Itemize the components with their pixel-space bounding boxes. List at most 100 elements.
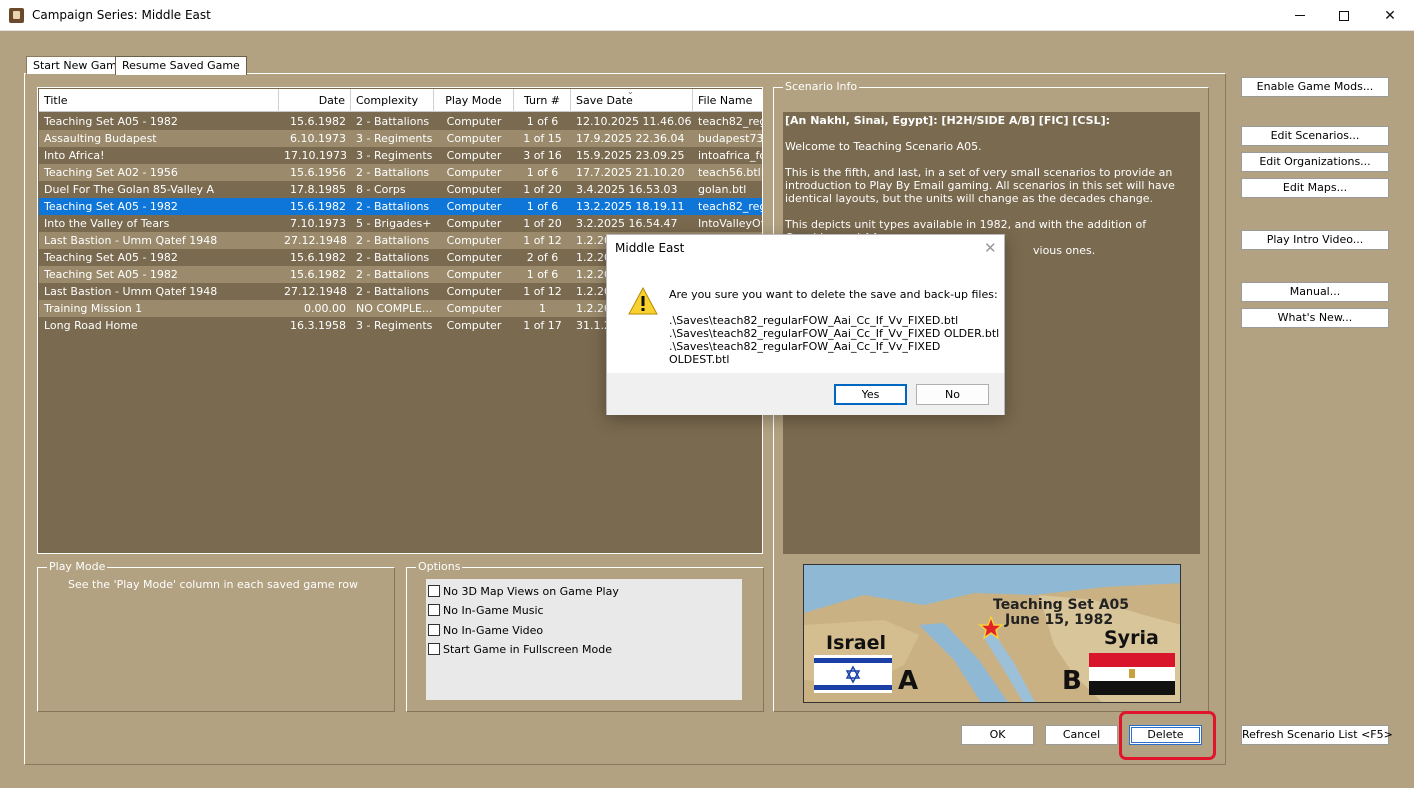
cell-turn: 1 of 20 [523, 183, 562, 196]
cell-save-date: 3.4.2025 16.53.03 [576, 183, 678, 196]
option-no-music[interactable]: No In-Game Music [428, 602, 544, 618]
cell-title: Into the Valley of Tears [44, 217, 170, 230]
checkbox[interactable] [428, 604, 440, 616]
maximize-button[interactable] [1321, 0, 1367, 31]
cell-title: Teaching Set A05 - 1982 [44, 268, 178, 281]
dialog-footer: Yes No [607, 373, 1004, 415]
cell-title: Long Road Home [44, 319, 138, 332]
scenario-map-image: Teaching Set A05 June 15, 1982 Israel Sy… [803, 564, 1181, 703]
scenario-info-title: Scenario Info [783, 80, 860, 93]
cell-complexity: NO COMPLE... [356, 302, 433, 315]
column-header-date[interactable]: Date [279, 89, 351, 112]
checkbox[interactable] [428, 585, 440, 597]
option-no-video[interactable]: No In-Game Video [428, 622, 543, 638]
cell-title: Into Africa! [44, 149, 105, 162]
cell-complexity: 2 - Battalions [356, 200, 430, 213]
cell-save-date: 12.10.2025 11.46.06 [576, 115, 692, 128]
table-row[interactable]: Into the Valley of Tears 7.10.1973 5 - Bri… [39, 215, 762, 232]
cell-play-mode: Computer [446, 319, 502, 332]
column-header-play-mode[interactable]: Play Mode [434, 89, 514, 112]
table-row[interactable]: Teaching Set A05 - 1982 15.6.1982 2 - Batt… [39, 198, 762, 215]
cell-title: Teaching Set A05 - 1982 [44, 251, 178, 264]
enable-game-mods-button[interactable]: Enable Game Mods... [1241, 77, 1389, 97]
cell-turn: 1 of 6 [526, 115, 559, 128]
option-label: Start Game in Fullscreen Mode [443, 642, 612, 656]
cell-title: Duel For The Golan 85-Valley A [44, 183, 215, 196]
table-row[interactable]: Into Africa! 17.10.1973 3 - Regiments Compu… [39, 147, 762, 164]
cell-turn: 1 of 6 [526, 166, 559, 179]
option-no-3d-map[interactable]: No 3D Map Views on Game Play [428, 583, 619, 599]
edit-organizations-button[interactable]: Edit Organizations... [1241, 152, 1389, 172]
map-side-b-name: Syria [1104, 627, 1159, 649]
cell-turn: 1 of 20 [523, 217, 562, 230]
play-intro-video-button[interactable]: Play Intro Video... [1241, 230, 1389, 250]
cell-turn: 1 of 6 [526, 200, 559, 213]
table-row[interactable]: Teaching Set A02 - 1956 15.6.1956 2 - Batt… [39, 164, 762, 181]
column-header-turn[interactable]: Turn # [514, 89, 571, 112]
checkbox[interactable] [428, 624, 440, 636]
ok-button[interactable]: OK [961, 725, 1034, 745]
table-row[interactable]: Teaching Set A05 - 1982 15.6.1982 2 - Batt… [39, 113, 762, 130]
tab-resume-saved-game[interactable]: Resume Saved Game [115, 56, 247, 75]
cell-date: 17.10.1973 [284, 149, 347, 162]
cell-title: Training Mission 1 [44, 302, 143, 315]
options-list: No 3D Map Views on Game Play No In-Game … [426, 579, 742, 700]
file-path: .\Saves\teach82_regularFOW_Aai_Cc_If_Vv_… [669, 314, 959, 327]
table-row[interactable]: Assaulting Budapest 6.10.1973 3 - Regiment… [39, 130, 762, 147]
no-button[interactable]: No [916, 384, 989, 405]
cell-complexity: 2 - Battalions [356, 115, 430, 128]
cell-date: 6.10.1973 [290, 132, 346, 145]
maximize-icon [1339, 10, 1349, 21]
edit-maps-button[interactable]: Edit Maps... [1241, 178, 1389, 198]
dialog-close-icon[interactable]: ✕ [984, 239, 997, 257]
cell-complexity: 2 - Battalions [356, 234, 430, 247]
refresh-scenario-list-button[interactable]: Refresh Scenario List <F5> [1241, 725, 1393, 745]
cell-play-mode: Computer [446, 251, 502, 264]
column-header-complexity[interactable]: Complexity [351, 89, 434, 112]
cell-title: Last Bastion - Umm Qatef 1948 [44, 234, 218, 247]
cell-date: 16.3.1958 [290, 319, 346, 332]
egypt-flag-icon [1089, 653, 1175, 695]
map-side-a-letter: A [898, 666, 918, 696]
close-icon: ✕ [1384, 7, 1396, 24]
manual-button[interactable]: Manual... [1241, 282, 1389, 302]
column-header-title[interactable]: Title [39, 89, 279, 112]
column-header-save-date[interactable]: Save Date ⌄ [571, 89, 693, 112]
close-button[interactable]: ✕ [1367, 0, 1413, 31]
cell-title: Last Bastion - Umm Qatef 1948 [44, 285, 218, 298]
cell-play-mode: Computer [446, 166, 502, 179]
cell-date: 7.10.1973 [290, 217, 346, 230]
checkbox[interactable] [428, 643, 440, 655]
edit-scenarios-button[interactable]: Edit Scenarios... [1241, 126, 1389, 146]
column-header-file-name[interactable]: File Name [693, 89, 762, 112]
option-label: No In-Game Music [443, 603, 544, 617]
whats-new-button[interactable]: What's New... [1241, 308, 1389, 328]
title-bar: Campaign Series: Middle East ✕ [0, 0, 1414, 31]
cell-save-date: 17.9.2025 22.36.04 [576, 132, 685, 145]
minimize-icon [1295, 15, 1305, 16]
file-path: .\Saves\teach82_regularFOW_Aai_Cc_If_Vv_… [669, 327, 1000, 340]
israel-flag-icon [814, 655, 892, 693]
cell-turn: 1 of 17 [523, 319, 562, 332]
minimize-button[interactable] [1277, 0, 1323, 31]
yes-button[interactable]: Yes [834, 384, 907, 405]
cell-date: 15.6.1982 [290, 268, 346, 281]
cell-date: 27.12.1948 [284, 234, 347, 247]
cell-turn: 3 of 16 [523, 149, 562, 162]
cell-file-name: teach82_regu [698, 115, 762, 128]
delete-confirmation-dialog: Middle East ✕ Are you sure you want to d… [606, 234, 1005, 415]
play-mode-group: Play Mode See the 'Play Mode' column in … [37, 560, 395, 712]
dialog-file-list: .\Saves\teach82_regularFOW_Aai_Cc_If_Vv_… [669, 314, 1004, 366]
table-row[interactable]: Duel For The Golan 85-Valley A 17.8.1985 8… [39, 181, 762, 198]
option-label: No 3D Map Views on Game Play [443, 584, 619, 598]
option-fullscreen[interactable]: Start Game in Fullscreen Mode [428, 641, 612, 657]
cell-date: 15.6.1982 [290, 200, 346, 213]
cancel-button[interactable]: Cancel [1045, 725, 1118, 745]
cell-title: Teaching Set A05 - 1982 [44, 115, 178, 128]
app-icon [9, 8, 24, 23]
map-caption-title: Teaching Set A05 [993, 597, 1129, 613]
cell-complexity: 2 - Battalions [356, 268, 430, 281]
cell-date: 15.6.1982 [290, 115, 346, 128]
window-title: Campaign Series: Middle East [32, 8, 211, 22]
map-graphic: Teaching Set A05 June 15, 1982 Israel Sy… [804, 565, 1180, 702]
